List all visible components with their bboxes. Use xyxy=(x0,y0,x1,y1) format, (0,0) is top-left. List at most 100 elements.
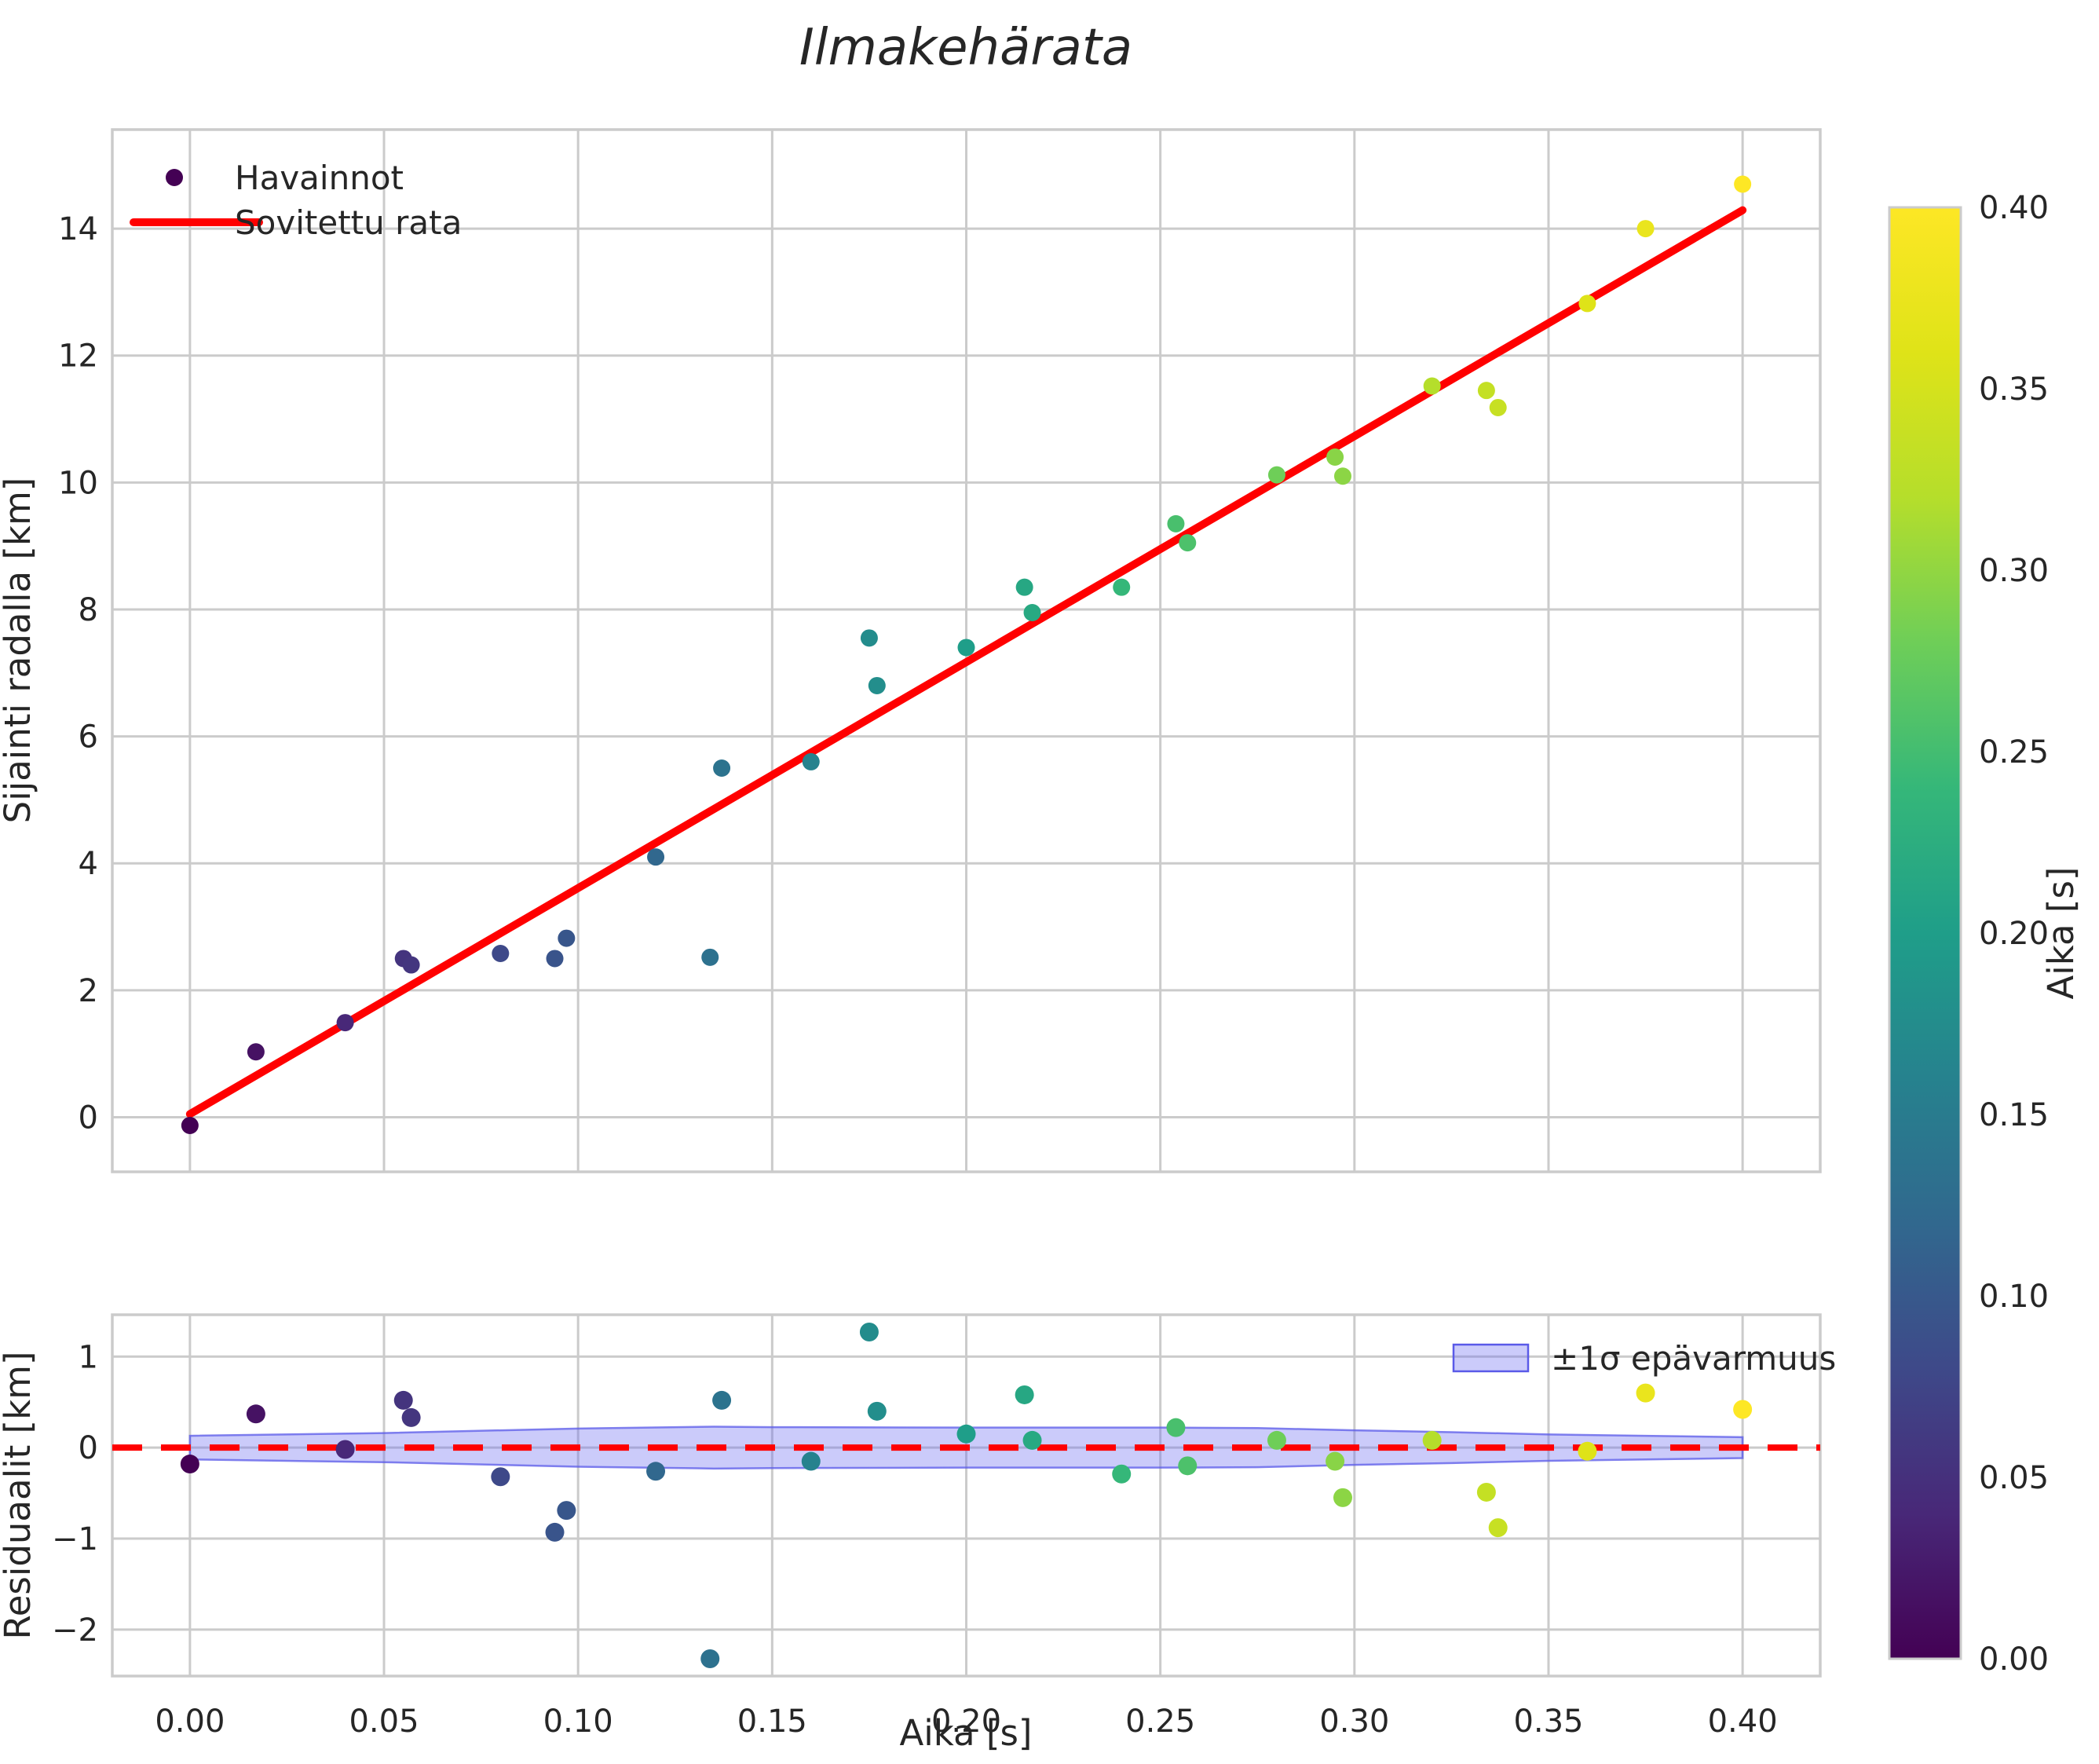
ytick-label: 6 xyxy=(79,719,98,756)
xtick-label: 0.25 xyxy=(1125,1704,1195,1740)
observation-point xyxy=(181,1117,199,1135)
observation-point xyxy=(1113,578,1131,596)
colorbar-tick-label: 0.25 xyxy=(1979,734,2049,770)
observation-point xyxy=(802,752,820,770)
xtick-label: 0.40 xyxy=(1708,1704,1778,1740)
residual-point xyxy=(801,1451,821,1471)
residual-point xyxy=(1178,1456,1198,1476)
main-plot-ylabel: Sijainti radalla [km] xyxy=(0,478,38,824)
legend-label-havainnot: Havainnot xyxy=(235,159,404,197)
figure: 0 2 4 6 8 10 12 14 Ilmakehärata Sijainti radall… xyxy=(0,0,2099,1764)
observation-point xyxy=(1167,514,1185,532)
ytick-label: 2 xyxy=(79,973,98,1009)
ytick-label: 1 xyxy=(79,1339,98,1375)
colorbar-tick-label: 0.40 xyxy=(1979,190,2049,226)
ytick-label: 0 xyxy=(79,1430,98,1466)
observation-point xyxy=(492,944,510,962)
residual-point xyxy=(1578,1441,1597,1461)
legend-label-uncertainty: ±1σ epävarmuus xyxy=(1551,1339,1836,1378)
colorbar-tick-label: 0.20 xyxy=(1979,916,2049,952)
colorbar-label: Aika [s] xyxy=(2040,867,2082,1000)
xtick-label: 0.30 xyxy=(1319,1704,1389,1740)
observation-point xyxy=(1423,377,1441,395)
residual-point xyxy=(401,1407,421,1427)
colorbar-gradient xyxy=(1888,206,1962,1660)
residual-point xyxy=(246,1404,265,1424)
xtick-label: 0.10 xyxy=(543,1704,613,1740)
residual-point xyxy=(1636,1383,1655,1403)
observation-point xyxy=(1267,466,1285,484)
observation-point xyxy=(1326,448,1344,467)
residual-point xyxy=(1112,1464,1132,1484)
residual-point xyxy=(335,1440,355,1459)
observation-point xyxy=(713,759,731,778)
colorbar-tick-label: 0.00 xyxy=(1979,1641,2049,1678)
colorbar-tick-label: 0.05 xyxy=(1979,1460,2049,1496)
residual-plot-legend: ±1σ epävarmuus xyxy=(1452,1339,1836,1378)
ytick-label: 4 xyxy=(79,846,98,882)
xtick-label: 0.05 xyxy=(349,1704,419,1740)
observation-point xyxy=(1578,295,1596,313)
observation-point xyxy=(402,956,420,974)
ytick-label: 14 xyxy=(58,211,98,247)
residual-point xyxy=(646,1462,666,1481)
residual-point xyxy=(1022,1430,1042,1450)
residual-point xyxy=(1733,1400,1753,1419)
residual-point xyxy=(1015,1385,1034,1404)
main-plot-ytick-labels: 0 2 4 6 8 10 12 14 xyxy=(58,211,98,1136)
residual-point xyxy=(557,1501,576,1521)
residual-point xyxy=(1488,1518,1508,1538)
residual-point xyxy=(859,1323,879,1342)
observation-point xyxy=(1734,175,1752,193)
residual-point xyxy=(1422,1430,1442,1450)
observation-point xyxy=(1179,534,1197,552)
figure-canvas: 02468101214 Ilmakehärata Sijainti radall… xyxy=(0,19,2082,1754)
observation-point xyxy=(957,639,975,657)
residual-point xyxy=(956,1424,976,1444)
ytick-label: 12 xyxy=(58,339,98,375)
residual-point xyxy=(1333,1488,1352,1507)
observation-point xyxy=(860,629,878,647)
colorbar xyxy=(1888,206,1962,1660)
colorbar-tick-label: 0.30 xyxy=(1979,553,2049,589)
observation-point xyxy=(558,929,576,947)
observation-point xyxy=(247,1043,265,1061)
observation-point xyxy=(1636,220,1655,238)
residual-plot-ylabel: Residuaalit [km] xyxy=(0,1351,38,1639)
residual-point xyxy=(1476,1482,1496,1502)
residual-point xyxy=(1326,1451,1345,1471)
colorbar-tick-label: 0.35 xyxy=(1979,371,2049,408)
xtick-label: 0.15 xyxy=(737,1704,807,1740)
residual-point xyxy=(700,1649,720,1668)
residual-point xyxy=(1267,1430,1286,1450)
xtick-label: 0.35 xyxy=(1513,1704,1583,1740)
residual-point xyxy=(545,1522,565,1542)
colorbar-tick-label: 0.10 xyxy=(1979,1279,2049,1315)
ytick-label: 8 xyxy=(79,592,98,628)
observation-point xyxy=(1477,382,1495,400)
ytick-label: 0 xyxy=(79,1100,98,1136)
legend-point-marker xyxy=(166,169,183,186)
observation-point xyxy=(1333,467,1351,485)
residual-point xyxy=(180,1455,199,1474)
observation-point xyxy=(1489,398,1507,416)
residual-point xyxy=(491,1467,510,1487)
legend-label-sovitettu-rata: Sovitettu rata xyxy=(235,203,462,242)
observation-point xyxy=(1015,578,1033,596)
residual-point xyxy=(1166,1418,1186,1437)
chart-title: Ilmakehärata xyxy=(799,19,1132,77)
ytick-label: −2 xyxy=(52,1612,98,1649)
observation-point xyxy=(336,1014,354,1032)
residual-point xyxy=(393,1390,413,1410)
legend-band-swatch xyxy=(1452,1343,1530,1373)
residual-point xyxy=(712,1390,732,1410)
observation-point xyxy=(647,848,665,866)
colorbar-tick-label: 0.15 xyxy=(1979,1097,2049,1133)
residual-plot-ytick-labels: −2 −1 0 1 xyxy=(52,1339,98,1649)
observation-point xyxy=(701,948,719,966)
x-axis-label: Aika [s] xyxy=(900,1712,1033,1754)
colorbar-tick-labels: 0.00 0.05 0.10 0.15 0.20 0.25 0.30 0.35 0.40 xyxy=(1979,190,2049,1678)
observation-point xyxy=(1023,604,1041,622)
ytick-label: −1 xyxy=(52,1521,98,1557)
ytick-label: 10 xyxy=(58,465,98,501)
